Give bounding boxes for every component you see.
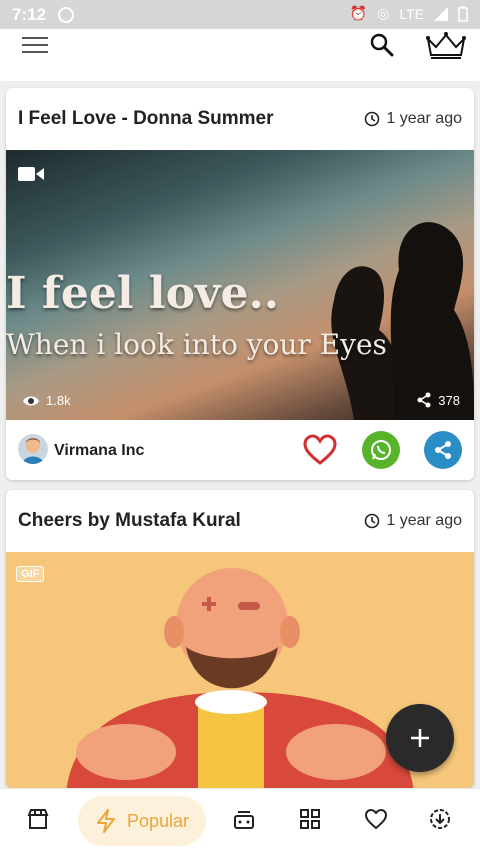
status-time: 7:12 <box>12 4 47 24</box>
post-card[interactable]: I Feel Love - Donna Summer 1 year ago I … <box>6 88 474 480</box>
app-bar <box>0 29 480 81</box>
nav-favorites[interactable] <box>358 801 394 837</box>
view-count: 1.8k <box>22 393 71 408</box>
hotspot-icon: ◎ <box>377 5 390 21</box>
share-count: 378 <box>416 392 460 408</box>
add-post-button[interactable] <box>386 704 454 772</box>
favorites-icon <box>364 808 388 830</box>
sync-icon <box>58 6 75 23</box>
nav-fresh[interactable] <box>226 801 262 837</box>
post-header: I Feel Love - Donna Summer 1 year ago <box>6 88 474 150</box>
views-label: 1.8k <box>46 393 71 408</box>
search-icon[interactable] <box>368 31 396 59</box>
nav-store[interactable] <box>20 801 56 837</box>
post-time: 1 year ago <box>364 512 462 530</box>
whatsapp-icon <box>371 440 391 460</box>
signal-icon <box>434 6 448 21</box>
share-icon <box>435 441 451 459</box>
nav-popular[interactable]: Popular <box>78 796 206 846</box>
store-icon <box>27 809 49 829</box>
nav-downloads[interactable] <box>422 801 458 837</box>
avatar[interactable] <box>18 434 48 464</box>
author-name[interactable]: Virmana Inc <box>54 442 144 460</box>
bottom-nav: Popular <box>0 788 480 854</box>
downloads-icon <box>430 809 450 829</box>
whatsapp-button[interactable] <box>362 431 400 469</box>
post-title: I Feel Love - Donna Summer <box>18 108 274 129</box>
post-title: Cheers by Mustafa Kural <box>18 510 241 531</box>
popular-icon <box>96 809 115 833</box>
clock-icon <box>365 513 380 529</box>
share-small-icon <box>417 392 431 408</box>
gif-badge: GIF <box>16 566 45 582</box>
eye-icon <box>23 396 39 405</box>
network-label: LTE <box>399 5 424 22</box>
video-thumbnail[interactable]: I feel love.. When i look into your Eyes… <box>6 150 474 420</box>
overlay-caption-2: When i look into your Eyes <box>6 328 387 361</box>
time-ago-label: 1 year ago <box>386 110 462 127</box>
overlay-caption-1: I feel love.. <box>6 268 280 319</box>
heart-icon[interactable] <box>302 432 338 468</box>
fresh-icon <box>234 811 254 829</box>
post-footer: Virmana Inc <box>6 420 474 480</box>
time-ago-label: 1 year ago <box>386 512 462 529</box>
status-icons: ⏰ ◎ LTE <box>350 5 468 22</box>
nav-popular-label: Popular <box>126 810 190 831</box>
hamburger-icon[interactable] <box>22 37 48 55</box>
battery-icon <box>458 5 468 22</box>
plus-icon <box>411 729 429 747</box>
categories-icon <box>300 809 320 829</box>
share-button[interactable] <box>424 431 462 469</box>
crown-icon[interactable] <box>424 29 468 61</box>
couple-silhouette <box>331 222 474 420</box>
video-camera-icon <box>18 167 44 181</box>
status-bar: 7:12 ⏰ ◎ LTE <box>0 0 480 29</box>
nav-categories[interactable] <box>292 801 328 837</box>
clock-icon <box>365 111 380 127</box>
post-header: Cheers by Mustafa Kural 1 year ago <box>6 490 474 552</box>
alarm-icon: ⏰ <box>349 5 368 21</box>
post-time: 1 year ago <box>364 110 462 128</box>
shares-label: 378 <box>438 392 460 408</box>
